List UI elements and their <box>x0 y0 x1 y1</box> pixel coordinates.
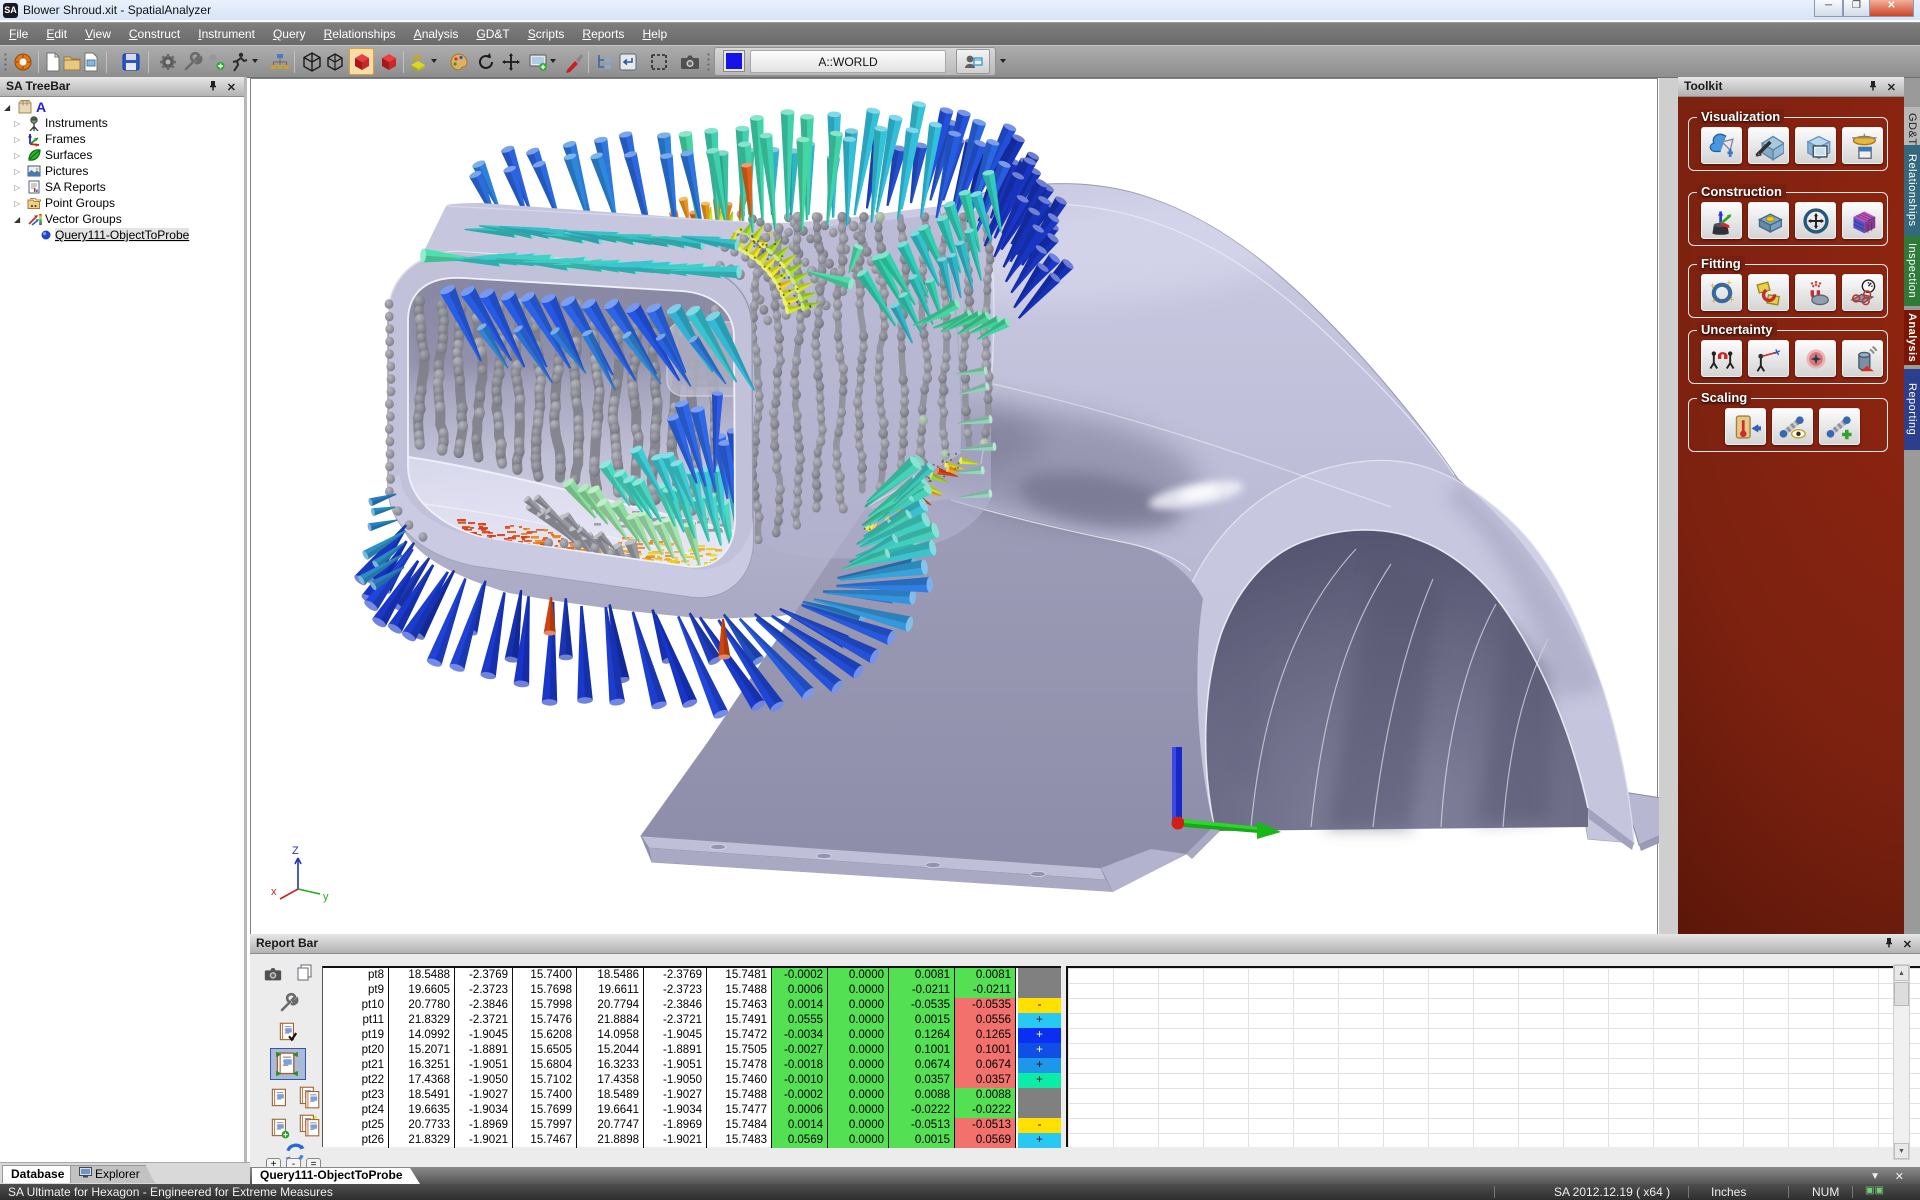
svg-text:Z: Z <box>292 845 299 857</box>
svg-text:+: + <box>1726 278 1732 289</box>
svg-text:y: y <box>323 891 329 903</box>
svg-text:x: x <box>271 886 277 898</box>
svg-text:+: + <box>1711 295 1717 306</box>
svg-text:+: + <box>1709 280 1715 291</box>
svg-text:+: + <box>1728 294 1734 305</box>
